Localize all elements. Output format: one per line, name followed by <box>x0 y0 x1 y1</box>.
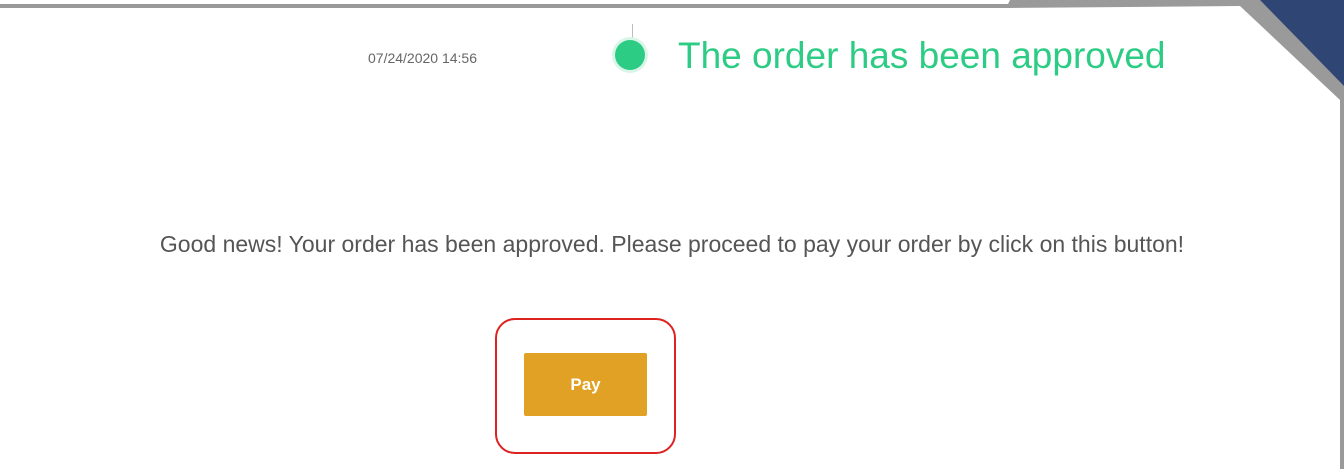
approval-message: Good news! Your order has been approved.… <box>159 231 1185 257</box>
order-timestamp: 07/24/2020 14:56 <box>368 50 477 66</box>
status-dot-icon <box>615 40 645 70</box>
order-status-title: The order has been approved <box>678 35 1166 76</box>
pay-button[interactable]: Pay <box>524 353 647 416</box>
screenshot-canvas: 07/24/2020 14:56 The order has been appr… <box>0 0 1344 469</box>
